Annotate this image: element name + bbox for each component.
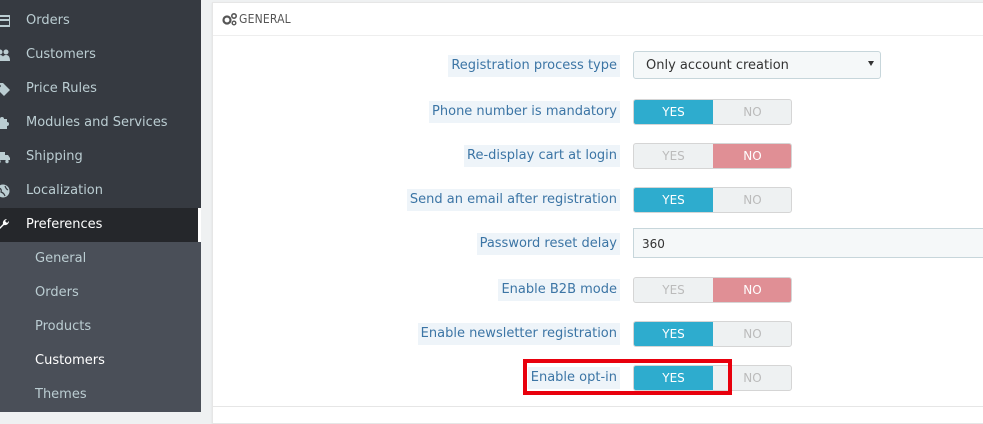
b2b-mode-switch: YES NO: [633, 277, 792, 303]
registration-process-type-label: Registration process type: [448, 55, 620, 77]
phone-mandatory-switch: YES NO: [633, 99, 792, 125]
sidebar-item-label: Modules and Services: [26, 115, 168, 130]
redisplay-cart-label: Re-display cart at login: [464, 145, 620, 167]
sidebar-item-price-rules[interactable]: Price Rules: [0, 72, 201, 106]
password-reset-delay-input[interactable]: 360: [633, 228, 983, 258]
send-email-yes[interactable]: YES: [634, 188, 713, 212]
newsletter-yes[interactable]: YES: [634, 322, 713, 346]
wrench-icon: [0, 218, 10, 229]
submenu-item-customers[interactable]: Customers: [0, 344, 201, 378]
phone-mandatory-yes[interactable]: YES: [634, 100, 713, 124]
sidebar: Orders Customers Price Rules Modules and…: [0, 0, 201, 412]
send-email-no[interactable]: NO: [713, 188, 791, 212]
sidebar-item-label: Orders: [26, 13, 70, 28]
redisplay-cart-switch: YES NO: [633, 143, 792, 169]
newsletter-switch: YES NO: [633, 321, 792, 347]
sidebar-item-customers[interactable]: Customers: [0, 38, 201, 72]
redisplay-cart-no[interactable]: NO: [713, 144, 791, 168]
sidebar-item-modules[interactable]: Modules and Services: [0, 106, 201, 140]
submenu-item-label: Customers: [35, 353, 105, 368]
redisplay-cart-yes[interactable]: YES: [634, 144, 713, 168]
phone-mandatory-label: Phone number is mandatory: [429, 101, 620, 123]
puzzle-icon: [0, 117, 9, 129]
select-value: Only account creation: [646, 58, 789, 73]
sidebar-item-localization[interactable]: Localization: [0, 174, 201, 208]
credit-card-icon: [0, 15, 10, 27]
b2b-mode-no[interactable]: NO: [713, 278, 791, 302]
input-value: 360: [642, 237, 665, 251]
panel-heading: GENERAL: [213, 3, 983, 36]
newsletter-no[interactable]: NO: [713, 322, 791, 346]
submenu-item-general[interactable]: General: [0, 242, 201, 276]
submenu-item-label: General: [35, 251, 87, 266]
b2b-mode-label: Enable B2B mode: [498, 279, 620, 301]
send-email-label: Send an email after registration: [406, 189, 620, 211]
optin-highlight-box: [523, 359, 732, 395]
globe-icon: [0, 184, 10, 198]
caret-down-icon: [868, 61, 874, 66]
submenu-item-label: Orders: [35, 285, 79, 300]
panel-divider: [212, 406, 983, 407]
newsletter-label: Enable newsletter registration: [417, 323, 620, 345]
submenu-item-orders[interactable]: Orders: [0, 276, 201, 310]
sidebar-item-label: Preferences: [26, 217, 103, 232]
phone-mandatory-no[interactable]: NO: [713, 100, 791, 124]
send-email-switch: YES NO: [633, 187, 792, 213]
sidebar-item-orders[interactable]: Orders: [0, 4, 201, 38]
submenu-item-themes[interactable]: Themes: [0, 378, 201, 412]
b2b-mode-yes[interactable]: YES: [634, 278, 713, 302]
sidebar-item-label: Price Rules: [26, 81, 97, 96]
truck-icon: [0, 152, 10, 164]
preferences-submenu: General Orders Products Customers Themes: [0, 242, 201, 412]
password-reset-delay-label: Password reset delay: [476, 233, 620, 255]
submenu-item-label: Products: [35, 319, 92, 334]
sidebar-item-label: Localization: [26, 183, 103, 198]
sidebar-item-preferences[interactable]: Preferences: [0, 208, 201, 242]
tags-icon: [0, 83, 10, 96]
panel-title: GENERAL: [239, 12, 291, 26]
sidebar-item-shipping[interactable]: Shipping: [0, 140, 201, 174]
cogs-icon: [222, 12, 238, 26]
submenu-item-label: Themes: [35, 387, 87, 402]
users-icon: [0, 49, 10, 61]
submenu-item-products[interactable]: Products: [0, 310, 201, 344]
sidebar-item-label: Customers: [26, 47, 96, 62]
registration-process-type-select[interactable]: Only account creation: [633, 51, 881, 79]
sidebar-item-label: Shipping: [26, 149, 83, 164]
